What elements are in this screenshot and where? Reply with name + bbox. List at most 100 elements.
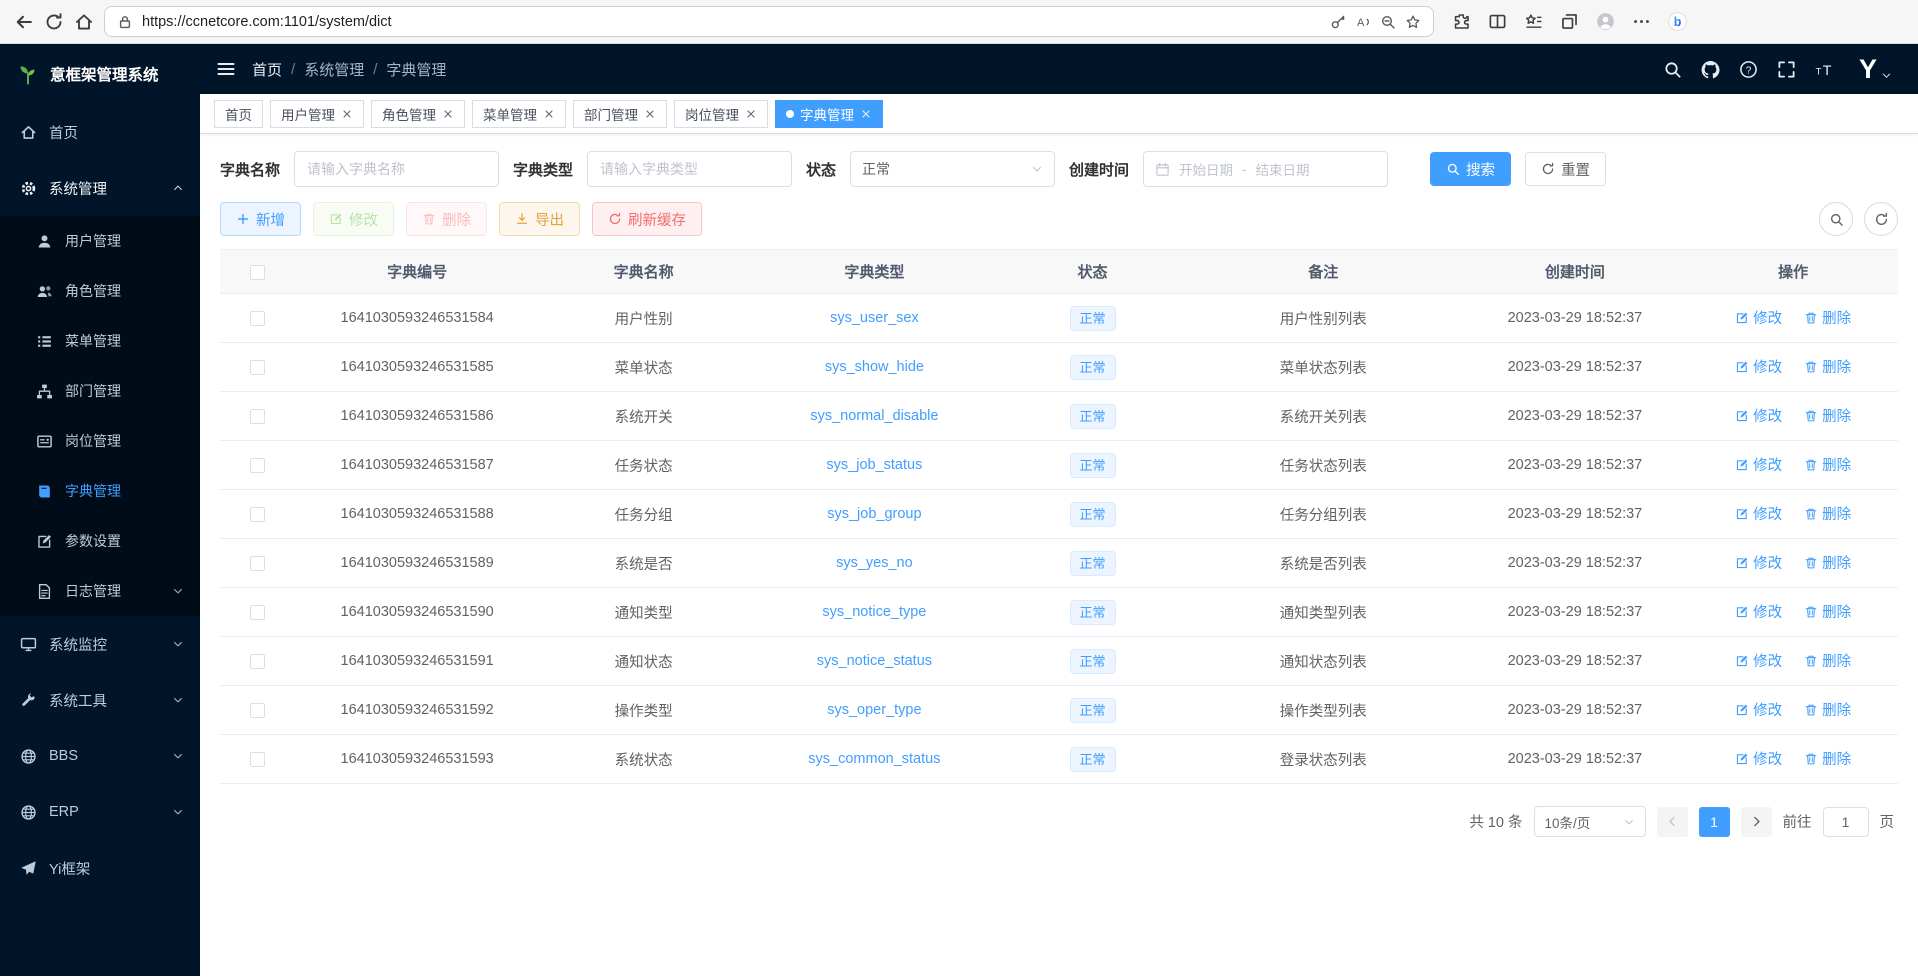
user-menu[interactable]: Y xyxy=(1859,56,1892,83)
read-aloud-icon[interactable]: A xyxy=(1355,14,1371,30)
sidebar-item-post[interactable]: 岗位管理 xyxy=(0,416,200,466)
dict-type-link[interactable]: sys_normal_disable xyxy=(810,408,938,424)
tab-close-icon[interactable] xyxy=(442,108,454,120)
row-edit-link[interactable]: 修改 xyxy=(1735,699,1782,720)
dict-type-link[interactable]: sys_oper_type xyxy=(827,702,921,718)
dict-type-link[interactable]: sys_common_status xyxy=(808,751,940,767)
dict-type-link[interactable]: sys_notice_status xyxy=(817,653,932,669)
sidebar-item-menu[interactable]: 菜单管理 xyxy=(0,316,200,366)
status-select[interactable]: 正常 xyxy=(850,151,1055,187)
export-button[interactable]: 导出 xyxy=(499,202,580,236)
tab[interactable]: 角色管理 xyxy=(371,100,465,128)
reset-button[interactable]: 重置 xyxy=(1525,152,1606,186)
browser-menu-icon[interactable] xyxy=(1632,12,1651,31)
sidebar-item-user[interactable]: 用户管理 xyxy=(0,216,200,266)
tab[interactable]: 用户管理 xyxy=(270,100,364,128)
header-search-icon[interactable] xyxy=(1663,60,1682,79)
split-screen-icon[interactable] xyxy=(1488,12,1507,31)
dict-name-input[interactable] xyxy=(294,151,499,187)
refresh-cache-button[interactable]: 刷新缓存 xyxy=(592,202,702,236)
row-checkbox[interactable] xyxy=(250,311,265,326)
help-icon[interactable]: ? xyxy=(1739,60,1758,79)
browser-home-button[interactable] xyxy=(74,12,94,32)
toggle-search-button[interactable] xyxy=(1819,202,1853,236)
row-edit-link[interactable]: 修改 xyxy=(1735,356,1782,377)
dict-type-link[interactable]: sys_job_status xyxy=(826,457,922,473)
sidebar-item-home[interactable]: 首页 xyxy=(0,104,200,160)
tab-close-icon[interactable] xyxy=(745,108,757,120)
row-checkbox[interactable] xyxy=(250,360,265,375)
profile-avatar[interactable] xyxy=(1596,12,1615,31)
breadcrumb-item[interactable]: 系统管理 xyxy=(304,59,364,80)
row-delete-link[interactable]: 删除 xyxy=(1804,307,1851,328)
breadcrumb-item[interactable]: 字典管理 xyxy=(386,59,446,80)
tab[interactable]: 部门管理 xyxy=(573,100,667,128)
row-checkbox[interactable] xyxy=(250,752,265,767)
row-edit-link[interactable]: 修改 xyxy=(1735,650,1782,671)
sidebar-toggle-icon[interactable] xyxy=(216,59,236,79)
row-edit-link[interactable]: 修改 xyxy=(1735,307,1782,328)
sidebar-item-system[interactable]: 系统管理 xyxy=(0,160,200,216)
sidebar-item-bbs[interactable]: BBS xyxy=(0,728,200,784)
tab[interactable]: 岗位管理 xyxy=(674,100,768,128)
row-edit-link[interactable]: 修改 xyxy=(1735,405,1782,426)
row-edit-link[interactable]: 修改 xyxy=(1735,748,1782,769)
row-delete-link[interactable]: 删除 xyxy=(1804,356,1851,377)
sidebar-item-dept[interactable]: 部门管理 xyxy=(0,366,200,416)
app-logo[interactable]: 意框架管理系统 xyxy=(0,44,200,104)
tab[interactable]: 菜单管理 xyxy=(472,100,566,128)
row-edit-link[interactable]: 修改 xyxy=(1735,552,1782,573)
sidebar-item-erp[interactable]: ERP xyxy=(0,784,200,840)
row-delete-link[interactable]: 删除 xyxy=(1804,503,1851,524)
extensions-icon[interactable] xyxy=(1452,12,1471,31)
sidebar-item-yi[interactable]: Yi框架 xyxy=(0,840,200,896)
edit-button[interactable]: 修改 xyxy=(313,202,394,236)
dict-type-link[interactable]: sys_notice_type xyxy=(822,604,926,620)
tab[interactable]: 首页 xyxy=(214,100,263,128)
sidebar-item-role[interactable]: 角色管理 xyxy=(0,266,200,316)
row-edit-link[interactable]: 修改 xyxy=(1735,454,1782,475)
sidebar-item-dict[interactable]: 字典管理 xyxy=(0,466,200,516)
page-size-select[interactable]: 10条/页 xyxy=(1534,806,1646,837)
select-all-checkbox[interactable] xyxy=(250,265,265,280)
row-delete-link[interactable]: 删除 xyxy=(1804,405,1851,426)
row-checkbox[interactable] xyxy=(250,703,265,718)
date-range-picker[interactable]: 开始日期 - 结束日期 xyxy=(1143,151,1388,187)
password-key-icon[interactable] xyxy=(1330,14,1346,30)
sidebar-item-tool[interactable]: 系统工具 xyxy=(0,672,200,728)
dict-type-link[interactable]: sys_show_hide xyxy=(825,359,924,375)
bing-icon[interactable]: b xyxy=(1668,12,1687,31)
dict-type-link[interactable]: sys_yes_no xyxy=(836,555,913,571)
row-edit-link[interactable]: 修改 xyxy=(1735,601,1782,622)
sidebar-item-log[interactable]: 日志管理 xyxy=(0,566,200,616)
row-delete-link[interactable]: 删除 xyxy=(1804,748,1851,769)
row-checkbox[interactable] xyxy=(250,409,265,424)
tab-close-icon[interactable] xyxy=(341,108,353,120)
sidebar-item-config[interactable]: 参数设置 xyxy=(0,516,200,566)
font-size-icon[interactable]: TT xyxy=(1815,60,1834,79)
dict-type-link[interactable]: sys_job_group xyxy=(827,506,921,522)
prev-page-button[interactable] xyxy=(1657,807,1688,837)
browser-refresh-button[interactable] xyxy=(44,12,64,32)
collections-icon[interactable] xyxy=(1560,12,1579,31)
fullscreen-icon[interactable] xyxy=(1777,60,1796,79)
row-delete-link[interactable]: 删除 xyxy=(1804,601,1851,622)
add-button[interactable]: 新增 xyxy=(220,202,301,236)
tab[interactable]: 字典管理 xyxy=(775,100,883,128)
row-delete-link[interactable]: 删除 xyxy=(1804,552,1851,573)
row-checkbox[interactable] xyxy=(250,605,265,620)
zoom-out-icon[interactable] xyxy=(1380,14,1396,30)
delete-button[interactable]: 删除 xyxy=(406,202,487,236)
sidebar-item-monitor[interactable]: 系统监控 xyxy=(0,616,200,672)
row-delete-link[interactable]: 删除 xyxy=(1804,699,1851,720)
goto-page-input[interactable] xyxy=(1823,807,1869,837)
refresh-table-button[interactable] xyxy=(1864,202,1898,236)
browser-back-button[interactable] xyxy=(14,12,34,32)
tab-close-icon[interactable] xyxy=(543,108,555,120)
row-checkbox[interactable] xyxy=(250,507,265,522)
tab-close-icon[interactable] xyxy=(860,108,872,120)
github-icon[interactable] xyxy=(1701,60,1720,79)
row-checkbox[interactable] xyxy=(250,654,265,669)
dict-type-input[interactable] xyxy=(587,151,792,187)
breadcrumb-item[interactable]: 首页 xyxy=(252,59,282,80)
